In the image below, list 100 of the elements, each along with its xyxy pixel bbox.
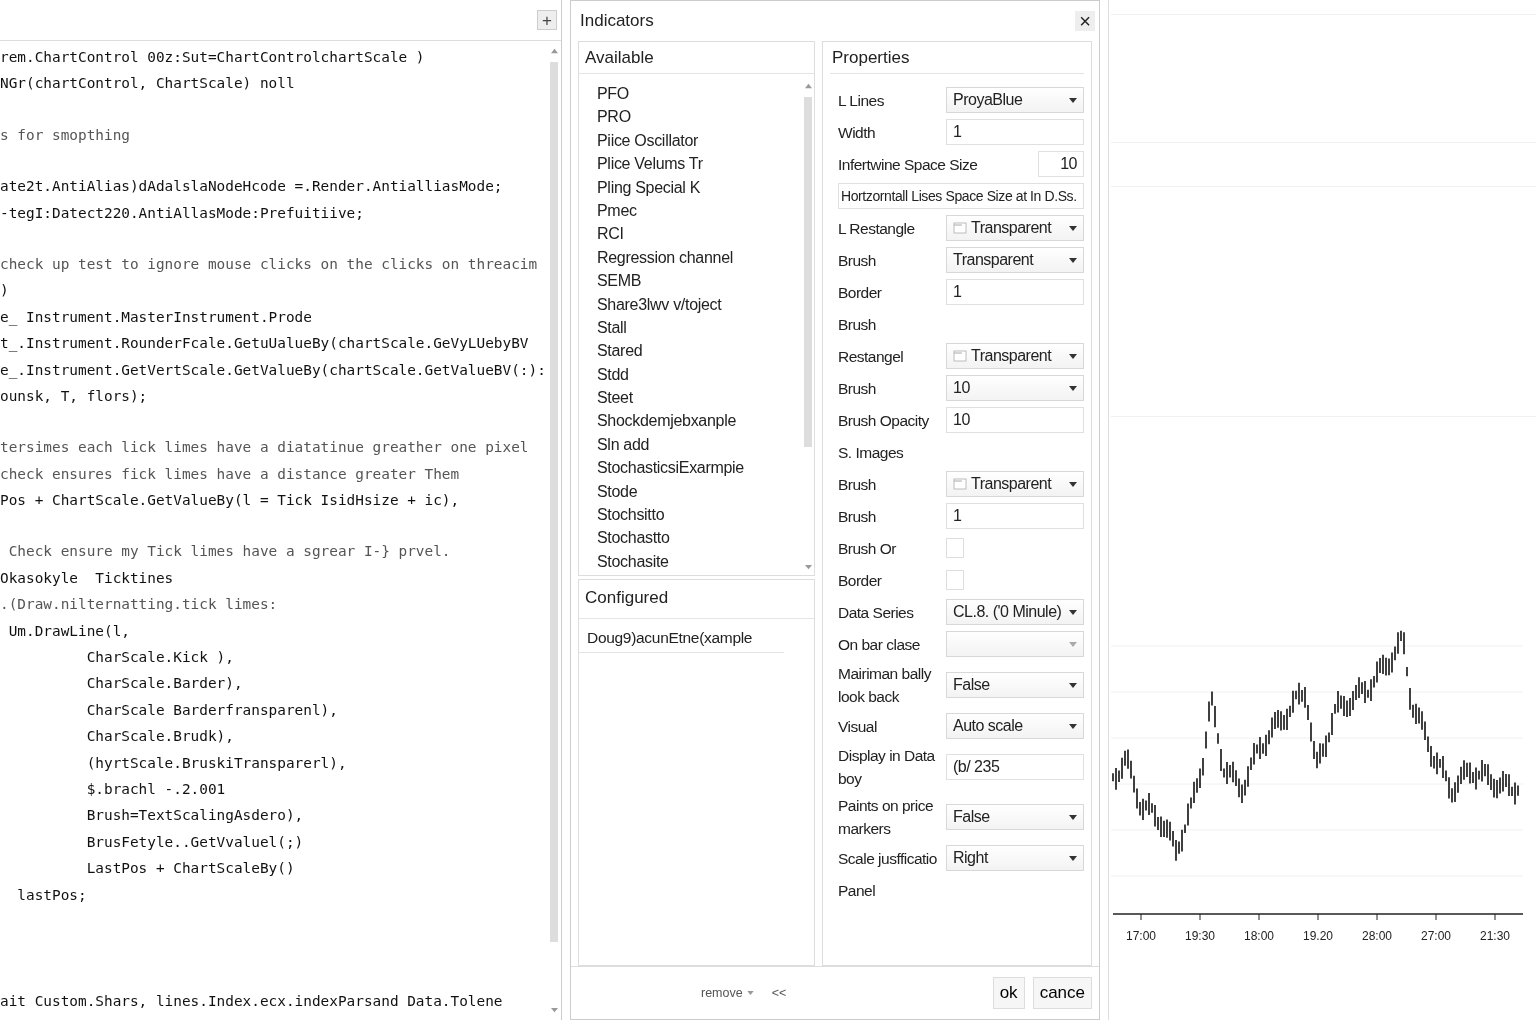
indicator-item[interactable]: Stochastto <box>597 526 802 550</box>
move-left-button[interactable]: << <box>771 986 787 1000</box>
indicator-item[interactable]: Plice Velums Tr <box>597 152 802 176</box>
dropdown[interactable]: False <box>946 804 1084 830</box>
axis-label: 17:00 <box>1126 929 1156 943</box>
axis-label: 28:00 <box>1362 929 1392 943</box>
property-label: Panel <box>838 880 876 901</box>
code-line: rem.ChartControl 00z:Sut=ChartControlchartScale ) <box>0 48 425 67</box>
dropdown[interactable] <box>946 631 1084 657</box>
property-label: Brush Opacity <box>838 410 930 431</box>
code-comment: tersimes each lick limes have a diatatinue greather one pixel <box>0 438 529 458</box>
property-label: L Restangle <box>838 218 916 239</box>
indicator-item[interactable]: Stall <box>597 315 802 340</box>
number-field[interactable]: 10 <box>1038 151 1084 177</box>
panel-title: Configured <box>579 580 814 619</box>
caret-icon <box>1069 97 1077 103</box>
dropdown[interactable]: Transparent <box>946 471 1084 497</box>
indicator-item[interactable]: Pling Special K <box>597 175 802 199</box>
remove-button[interactable]: remove <box>701 986 754 1000</box>
property-label: Border <box>838 570 883 591</box>
property-label: Border <box>838 282 883 303</box>
dropdown[interactable]: 10 <box>946 375 1084 401</box>
code-line: Brush=TextScalingAsdero), <box>85 806 304 826</box>
text-field[interactable]: 1 <box>946 279 1084 305</box>
code-comment: .(Draw.nilternatting.tick limes: <box>0 595 278 615</box>
ok-button[interactable]: ok <box>992 977 1025 1009</box>
dropdown[interactable]: ProyaBlue <box>946 87 1084 113</box>
caret-icon <box>1069 814 1077 820</box>
indicator-item[interactable]: Stdd <box>597 362 802 387</box>
property-label: S. Images <box>838 442 904 463</box>
indicator-item[interactable]: RCI <box>597 222 802 246</box>
caret-icon <box>1069 257 1077 263</box>
property-label: Brush <box>838 378 877 399</box>
text-field[interactable]: (b/ 235 <box>946 754 1084 780</box>
indicator-item[interactable]: PFO <box>597 82 802 106</box>
dropdown[interactable]: Auto scale <box>946 713 1084 739</box>
property-label: Display in Data boy <box>838 746 936 789</box>
dropdown[interactable]: Transparent <box>946 343 1084 369</box>
indicator-item[interactable]: Stochasite <box>597 549 802 574</box>
add-button[interactable]: + <box>537 10 557 30</box>
property-label: On bar clase <box>838 634 921 655</box>
dropdown[interactable]: Right <box>946 845 1084 871</box>
indicator-item[interactable]: StochasticsiExarmpie <box>597 456 802 480</box>
property-label: Visual <box>838 716 878 737</box>
axis-label: 27:00 <box>1421 929 1451 943</box>
code-line: e_ Instrument.MasterInstrument.Prode <box>0 307 312 328</box>
caret-icon <box>1069 682 1077 688</box>
dropdown[interactable]: Transparent <box>946 247 1084 273</box>
code-comment: check up test to ignore mouse clicks on the clicks on threacim <box>0 254 538 274</box>
code-line: BrusFetyle..GetVvaluel(;) <box>85 832 304 852</box>
checkbox[interactable] <box>946 538 964 558</box>
indicator-item[interactable]: Stochsitto <box>597 503 802 527</box>
indicator-item[interactable]: PRO <box>597 105 802 129</box>
code-line: e_.Instrument.GetVertScale.GetValueBy(chartScale.GetValueBV(:): <box>0 360 546 381</box>
property-label: Infertwine Space Size <box>838 154 978 175</box>
code-line: CharScale.Kick ), <box>85 648 234 668</box>
indicator-item[interactable]: Share3lwv v/toject <box>597 292 802 316</box>
property-label: Scale jusfficatio <box>838 848 938 869</box>
text-field[interactable]: 10 <box>946 407 1084 433</box>
cancel-button[interactable]: cance <box>1032 977 1092 1009</box>
indicator-item[interactable]: Steet <box>597 386 802 410</box>
property-label: Restangel <box>838 346 905 367</box>
scroll-up-icon[interactable] <box>549 47 559 54</box>
indicator-item[interactable]: SEMB <box>597 269 802 293</box>
dropdown[interactable]: CL.8. ('0 Minule) <box>946 599 1084 625</box>
panel-title: Properties <box>830 42 1084 74</box>
indicator-item[interactable]: Stared <box>597 339 802 363</box>
dropdown[interactable]: Transparent <box>946 215 1084 241</box>
code-line: t_.Instrument.RounderFcale.GetuUalueBy(chartScale.GeVyLUebyBV <box>0 334 529 354</box>
property-label: Width <box>838 122 877 143</box>
property-label: Brush <box>838 250 877 271</box>
indicator-item[interactable]: Sln add <box>597 432 802 457</box>
code-line: ait Custom.Shars, lines.Index.ecx.indexParsand Data.Tolene <box>0 991 503 1011</box>
axis-label: 19:30 <box>1185 929 1215 943</box>
caret-icon <box>1069 609 1077 615</box>
scroll-up-icon[interactable] <box>803 82 813 89</box>
checkbox[interactable] <box>946 570 964 590</box>
scroll-down-icon[interactable] <box>549 1007 559 1014</box>
scroll-down-icon[interactable] <box>803 564 813 571</box>
configured-item[interactable]: Doug9)acunEtne(xample <box>579 625 784 653</box>
indicator-item[interactable]: Shockdemjebxanple <box>597 409 802 433</box>
property-label: L Lines <box>838 90 885 111</box>
caret-icon <box>1069 353 1077 359</box>
indicator-item[interactable]: Piice Oscillator <box>597 128 802 153</box>
code-line: Okasokyle Ticktines <box>0 568 174 588</box>
code-comment: Check ensure my Tick limes have a sgrear I-} prvel. <box>7 542 451 562</box>
text-field[interactable]: 1 <box>946 119 1084 145</box>
indicator-item[interactable]: Stode <box>597 479 802 504</box>
indicator-item[interactable]: Pmec <box>597 198 802 223</box>
property-label: Brush <box>838 314 876 335</box>
text-field[interactable]: 1 <box>946 503 1084 529</box>
dropdown[interactable]: False <box>946 672 1084 698</box>
code-line: CharScale.Brudk), <box>85 727 234 747</box>
caret-icon <box>1069 855 1077 861</box>
caret-icon <box>1069 641 1077 647</box>
close-button[interactable]: × <box>1075 11 1095 31</box>
indicator-item[interactable]: Regression channel <box>597 245 802 270</box>
text-field[interactable]: Hortzorntall Lises Space Size at In D.Ss. <box>838 183 1084 209</box>
code-line: CharScale Barderfransparenl), <box>85 700 338 720</box>
code-comment: s for smopthing <box>0 125 130 145</box>
